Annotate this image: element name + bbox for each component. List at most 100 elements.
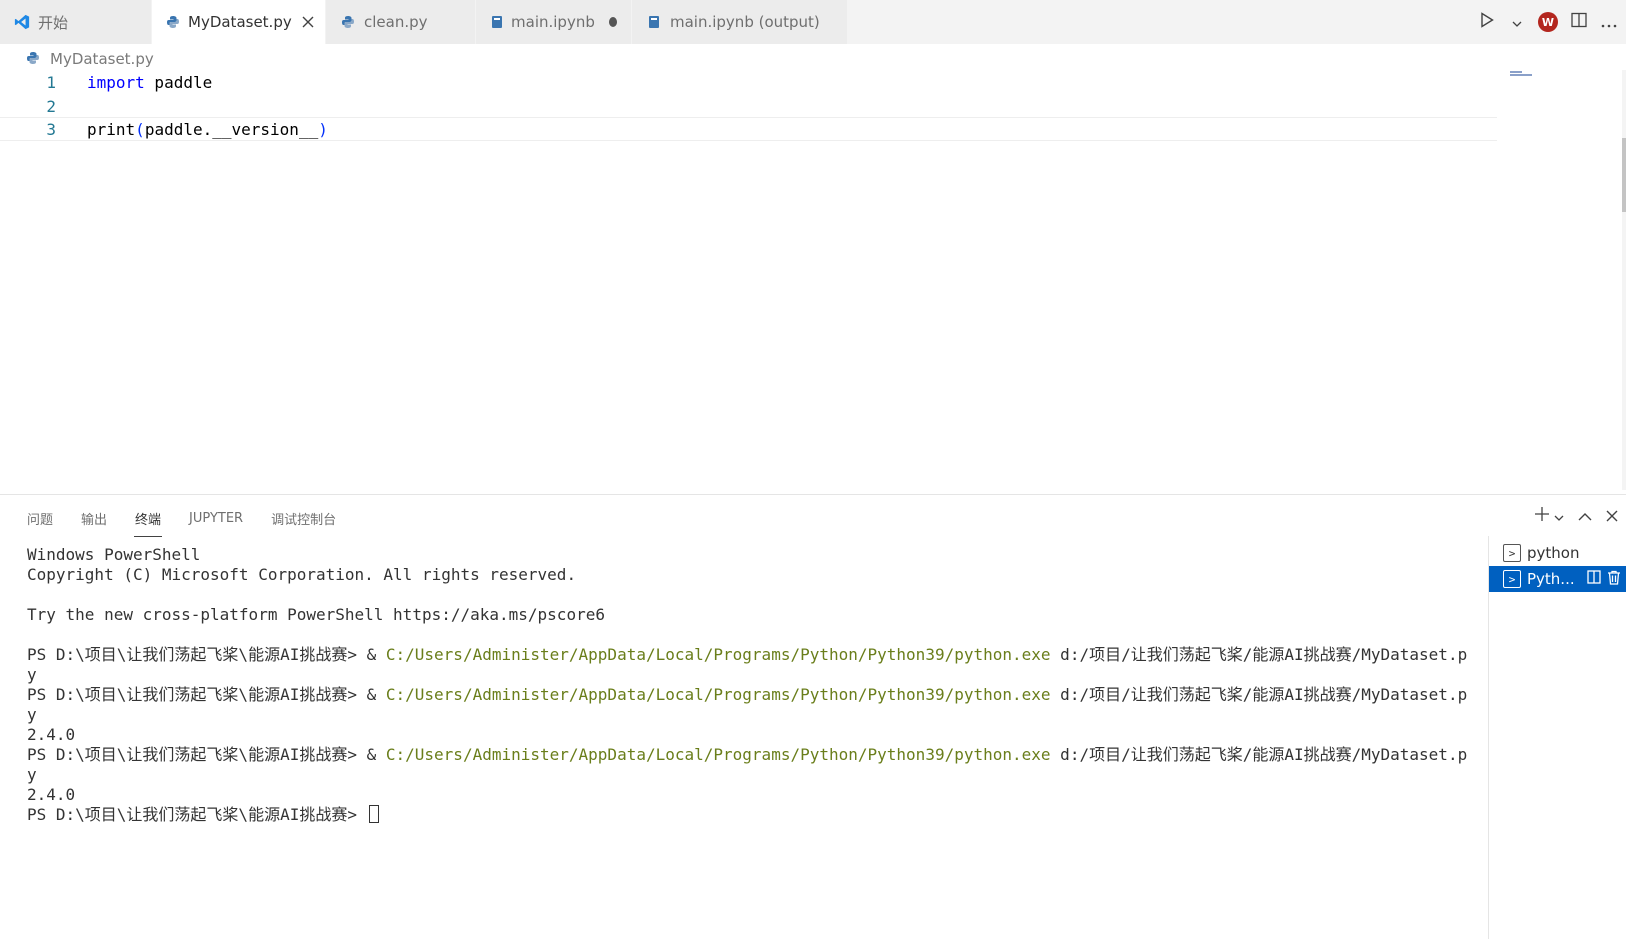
terminal-prompt: PS D:\项目\让我们荡起飞桨\能源AI挑战赛>: [27, 805, 367, 824]
script-path: d:/项目/让我们荡起飞桨/能源AI挑战赛/MyDataset.p: [1050, 645, 1468, 664]
terminal-line: Try the new cross-platform PowerShell ht…: [27, 605, 605, 624]
terminal-prompt: PS D:\项目\让我们荡起飞桨\能源AI挑战赛> &: [27, 685, 386, 704]
code-editor[interactable]: 1 import paddle 2 3 print(paddle.__versi…: [0, 70, 1500, 490]
terminal-command-line: PS D:\项目\让我们荡起飞桨\能源AI挑战赛> & C:/Users/Adm…: [27, 745, 1487, 765]
vscode-logo-icon: [14, 14, 30, 30]
chevron-down-icon: [1512, 13, 1522, 32]
minimap-line: [1510, 71, 1522, 73]
tab-label: main.ipynb: [511, 13, 595, 31]
notebook-file-icon: [646, 14, 662, 30]
notebook-file-icon: [490, 14, 503, 30]
tab-main-ipynb-output[interactable]: main.ipynb (output): [632, 0, 848, 44]
terminal-list-label: Pyth...: [1527, 570, 1575, 588]
terminal-list-item-python-active[interactable]: > Pyth...: [1489, 566, 1626, 592]
script-path: d:/项目/让我们荡起飞桨/能源AI挑战赛/MyDataset.p: [1050, 745, 1468, 764]
tab-debug-console[interactable]: 调试控制台: [271, 503, 336, 533]
editor-scrollbar-thumb[interactable]: [1622, 138, 1626, 212]
terminal-list-item-python[interactable]: > python: [1489, 540, 1626, 566]
tab-output[interactable]: 输出: [81, 503, 107, 533]
terminal-line: Windows PowerShell: [27, 545, 201, 564]
editor-scrollbar[interactable]: [1622, 70, 1626, 490]
code-text: import paddle: [87, 73, 212, 92]
minimap-line: [1510, 74, 1532, 76]
tab-welcome[interactable]: 开始: [0, 0, 152, 44]
tab-terminal[interactable]: 终端: [134, 503, 163, 537]
python-exe-path: C:/Users/Administer/AppData/Local/Progra…: [385, 745, 1051, 764]
run-dropdown-button[interactable]: [1508, 10, 1526, 34]
ellipsis-icon: [1601, 13, 1617, 32]
python-file-icon: [340, 14, 356, 30]
tab-label: main.ipynb (output): [670, 13, 820, 31]
terminal-line: y: [27, 705, 37, 724]
kill-terminal-button[interactable]: [1605, 570, 1623, 588]
code-line-1[interactable]: 1 import paddle: [0, 70, 1500, 94]
code-line-2[interactable]: 2: [0, 94, 1500, 118]
terminal-line: y: [27, 765, 37, 784]
split-terminal-icon: [1586, 570, 1601, 588]
tab-problems[interactable]: 问题: [27, 503, 53, 533]
maximize-panel-button[interactable]: [1578, 507, 1592, 526]
terminal-cursor: [368, 805, 379, 823]
plus-icon: [1534, 507, 1550, 526]
terminal-line: Copyright (C) Microsoft Corporation. All…: [27, 565, 577, 584]
editor-tab-bar: 开始 MyDataset.py clean.py main.ipynb main…: [0, 0, 1626, 44]
close-icon: [1606, 507, 1618, 526]
tab-label: clean.py: [364, 13, 428, 31]
editor-actions: W: [1478, 0, 1618, 44]
terminal-output-value: 2.4.0: [27, 725, 76, 744]
terminal-output-value: 2.4.0: [27, 785, 76, 804]
tab-mydataset-py[interactable]: MyDataset.py: [152, 0, 326, 44]
python-file-icon: [166, 14, 180, 30]
close-icon[interactable]: [302, 13, 314, 31]
terminal-profile-dropdown[interactable]: [1554, 507, 1564, 526]
terminal-command-line: PS D:\项目\让我们荡起飞桨\能源AI挑战赛> & C:/Users/Adm…: [27, 645, 1487, 665]
code-line-3[interactable]: 3 print(paddle.__version__): [0, 117, 1497, 141]
line-number: 3: [46, 119, 56, 139]
script-path: d:/项目/让我们荡起飞桨/能源AI挑战赛/MyDataset.p: [1050, 685, 1468, 704]
tab-jupyter[interactable]: JUPYTER: [189, 503, 243, 533]
minimap[interactable]: [1500, 70, 1615, 80]
split-editor-icon: [1571, 12, 1587, 32]
chevron-up-icon: [1578, 507, 1592, 526]
terminal-prompt: PS D:\项目\让我们荡起飞桨\能源AI挑战赛> &: [27, 745, 386, 764]
trash-icon: [1607, 570, 1621, 589]
account-badge-button[interactable]: W: [1538, 10, 1558, 34]
tab-main-ipynb[interactable]: main.ipynb: [476, 0, 632, 44]
account-badge-icon: W: [1538, 12, 1558, 32]
run-python-file-button[interactable]: [1478, 10, 1496, 34]
line-number: 1: [46, 72, 56, 92]
paren-token: ): [318, 119, 328, 139]
tab-clean-py[interactable]: clean.py: [326, 0, 476, 44]
more-actions-button[interactable]: [1600, 10, 1618, 34]
terminal-list: > python > Pyth...: [1488, 536, 1626, 939]
breadcrumb-file[interactable]: MyDataset.py: [50, 50, 154, 68]
function-token: print: [87, 119, 136, 139]
code-token: paddle: [144, 72, 213, 92]
terminal-output[interactable]: Windows PowerShell Copyright (C) Microso…: [27, 545, 1487, 825]
python-exe-path: C:/Users/Administer/AppData/Local/Progra…: [385, 685, 1051, 704]
chevron-down-icon: [1554, 507, 1564, 526]
terminal-input-line[interactable]: PS D:\项目\让我们荡起飞桨\能源AI挑战赛>: [27, 805, 1487, 825]
close-panel-button[interactable]: [1606, 507, 1618, 526]
split-editor-button[interactable]: [1570, 10, 1588, 34]
new-terminal-button[interactable]: [1534, 506, 1550, 526]
terminal-line: y: [27, 665, 37, 684]
paren-token: (: [135, 119, 145, 139]
terminal-prompt: PS D:\项目\让我们荡起飞桨\能源AI挑战赛> &: [27, 645, 386, 664]
breadcrumb[interactable]: MyDataset.py: [26, 48, 154, 70]
python-exe-path: C:/Users/Administer/AppData/Local/Progra…: [385, 645, 1051, 664]
play-icon: [1480, 12, 1494, 32]
code-token: paddle.__version__: [144, 119, 319, 139]
code-text: print(paddle.__version__): [87, 120, 328, 139]
unsaved-dot-icon[interactable]: [608, 17, 617, 27]
terminal-list-label: python: [1527, 544, 1580, 562]
tab-label: MyDataset.py: [188, 13, 292, 31]
panel-tabs: 问题 输出 终端 JUPYTER 调试控制台: [27, 503, 336, 537]
line-number: 2: [46, 96, 56, 116]
tab-label: 开始: [38, 13, 69, 32]
terminal-icon: >: [1503, 544, 1521, 562]
split-terminal-button[interactable]: [1585, 570, 1603, 588]
terminal-icon: >: [1503, 570, 1521, 588]
